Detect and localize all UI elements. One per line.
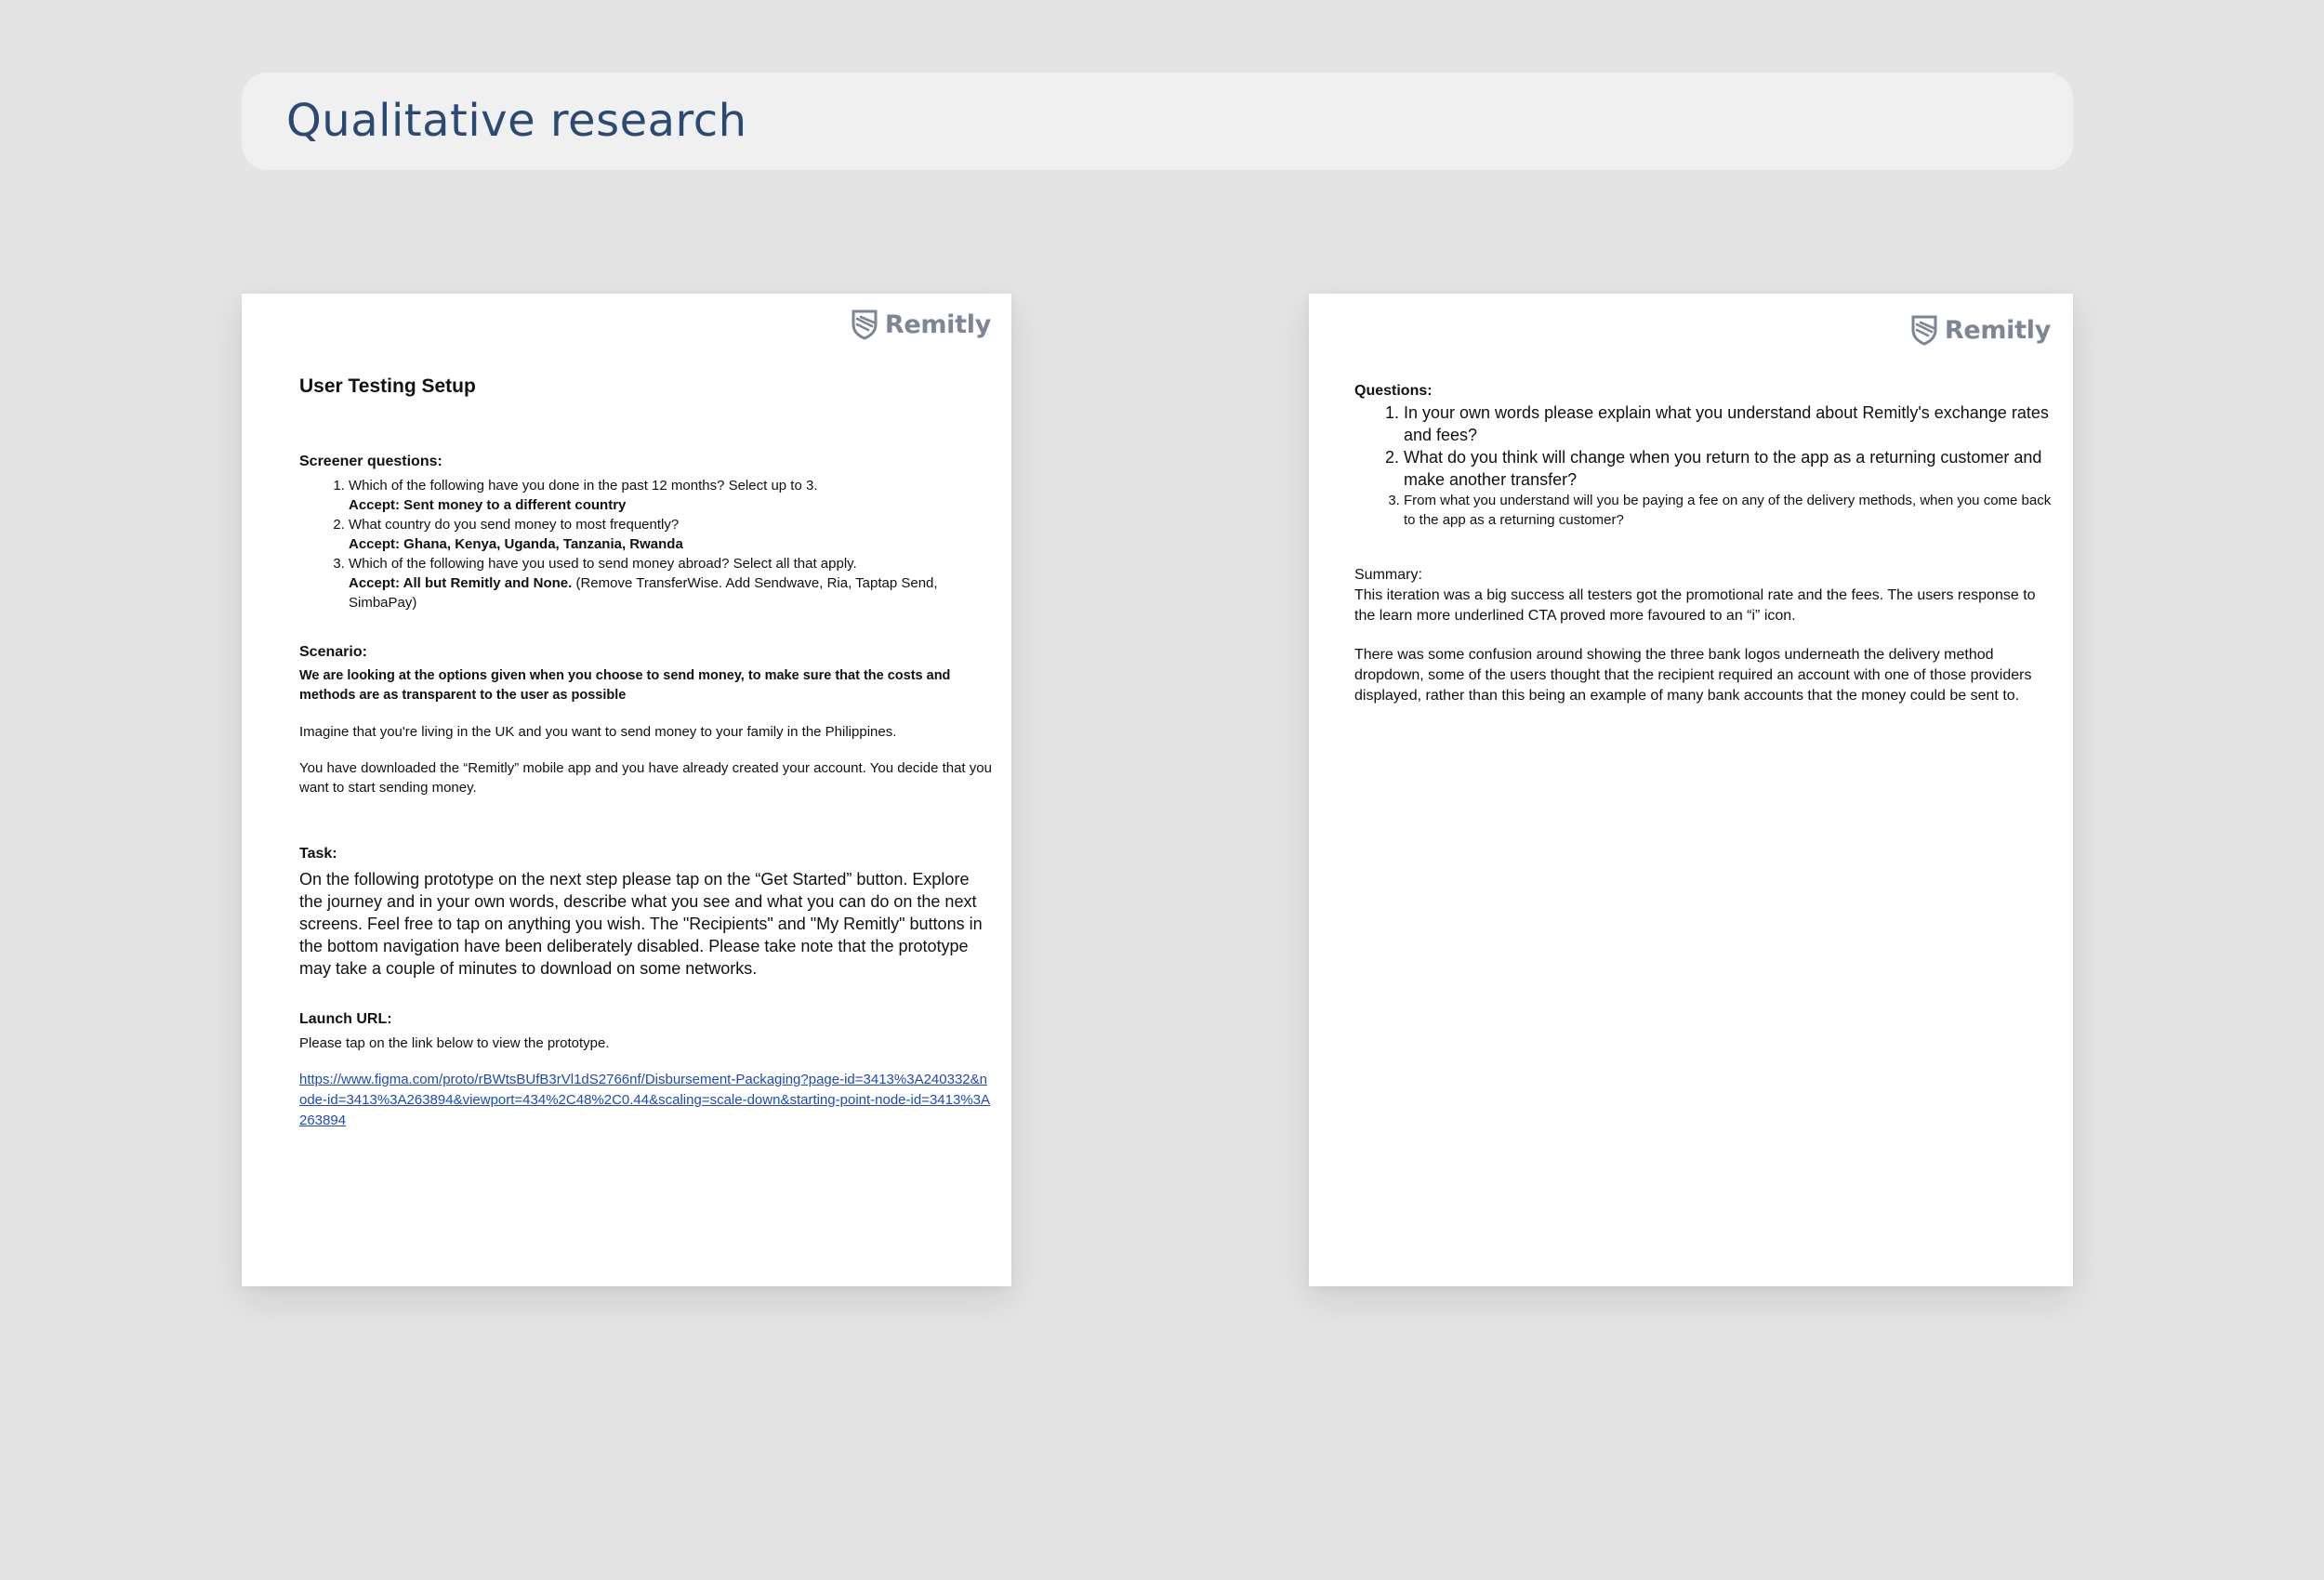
research-findings-document: Remitly Questions: In your own words ple… xyxy=(1309,294,2073,1286)
right-doc-content: Questions: In your own words please expl… xyxy=(1354,383,2054,725)
questions-list: In your own words please explain what yo… xyxy=(1354,402,2054,530)
task-heading: Task: xyxy=(299,846,337,862)
screener-question: Which of the following have you done in … xyxy=(349,478,818,494)
left-doc-content: User Testing Setup Screener questions: W… xyxy=(299,375,993,1131)
screener-list: Which of the following have you done in … xyxy=(299,476,993,612)
scenario-paragraph: Imagine that you're living in the UK and… xyxy=(299,724,897,740)
remitly-logo: Remitly xyxy=(1910,314,2051,346)
screener-question: What country do you send money to most f… xyxy=(349,517,680,533)
screener-accept: Accept: Sent money to a different countr… xyxy=(349,497,627,513)
screener-accept: Accept: All but Remitly and None. xyxy=(349,575,573,591)
scenario-heading: Scenario: xyxy=(299,644,367,660)
summary-paragraph: This iteration was a big success all tes… xyxy=(1354,587,2036,624)
screener-item: Which of the following have you used to … xyxy=(349,554,993,612)
screener-question: Which of the following have you used to … xyxy=(349,556,857,572)
remitly-shield-icon xyxy=(1911,315,1937,346)
prototype-link[interactable]: https://www.figma.com/proto/rBWtsBUfB3rV… xyxy=(299,1072,990,1128)
task-text: On the following prototype on the next s… xyxy=(299,870,983,978)
user-testing-setup-document: Remitly User Testing Setup Screener ques… xyxy=(242,294,1011,1286)
header-card: Qualitative research xyxy=(242,72,2073,170)
scenario-paragraph: You have downloaded the “Remitly” mobile… xyxy=(299,760,992,796)
question-item: From what you understand will you be pay… xyxy=(1404,491,2054,530)
screener-accept: Accept: Ghana, Kenya, Uganda, Tanzania, … xyxy=(349,536,683,552)
screener-heading: Screener questions: xyxy=(299,454,442,469)
questions-heading: Questions: xyxy=(1354,383,1433,399)
question-item: In your own words please explain what yo… xyxy=(1404,402,2054,446)
logo-wordmark: Remitly xyxy=(884,309,991,339)
launch-heading: Launch URL: xyxy=(299,1011,392,1027)
remitly-shield-icon xyxy=(852,309,878,340)
logo-wordmark: Remitly xyxy=(1944,315,2051,345)
remitly-logo: Remitly xyxy=(851,309,991,340)
summary-paragraph: There was some confusion around showing … xyxy=(1354,647,2032,704)
summary-heading: Summary: xyxy=(1354,567,1422,583)
screener-accept-line: Accept: All but Remitly and None. (Remov… xyxy=(349,573,993,612)
screener-item: Which of the following have you done in … xyxy=(349,476,993,515)
screener-item: What country do you send money to most f… xyxy=(349,515,993,554)
doc-title: User Testing Setup xyxy=(299,375,476,397)
question-item: What do you think will change when you r… xyxy=(1404,446,2054,491)
launch-text: Please tap on the link below to view the… xyxy=(299,1035,610,1051)
page-title: Qualitative research xyxy=(286,95,747,147)
scenario-lead: We are looking at the options given when… xyxy=(299,668,951,703)
